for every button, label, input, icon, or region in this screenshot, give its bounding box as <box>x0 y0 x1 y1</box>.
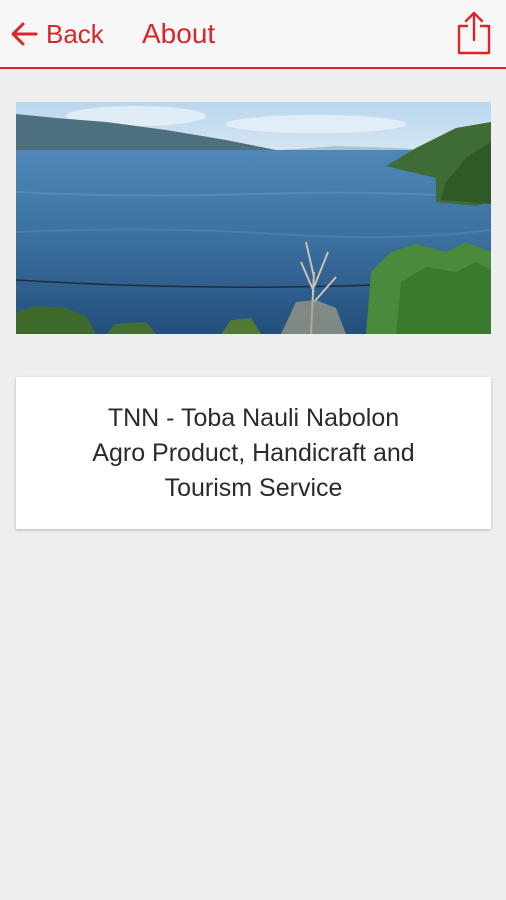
about-line: TNN - Toba Nauli Nabolon <box>107 403 400 432</box>
about-line: Agro Product, Handicraft and <box>92 438 415 467</box>
lake-landscape-image <box>16 102 491 334</box>
hero-image <box>16 102 491 334</box>
share-button[interactable] <box>456 10 492 56</box>
share-icon <box>456 11 492 60</box>
about-line: Tourism Service <box>164 473 343 502</box>
top-bar: Back About <box>0 0 506 69</box>
about-card: TNN - Toba Nauli Nabolon Agro Product, H… <box>16 377 491 529</box>
back-label: Back <box>46 18 104 49</box>
arrow-left-icon <box>10 20 38 48</box>
back-button[interactable]: Back <box>10 14 104 54</box>
about-description: TNN - Toba Nauli Nabolon Agro Product, H… <box>92 401 414 506</box>
page-title: About <box>142 18 216 49</box>
